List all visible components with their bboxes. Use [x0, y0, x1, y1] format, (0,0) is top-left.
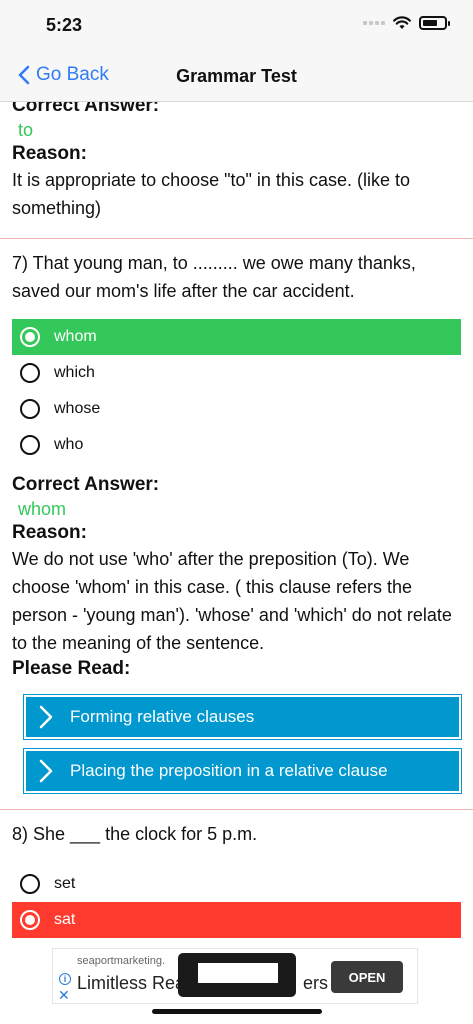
question-8: 8) She ___ the clock for 5 p.m. set sat — [0, 810, 473, 938]
navigation-bar: Go Back Grammar Test — [0, 48, 473, 102]
question-text: 8) She ___ the clock for 5 p.m. — [12, 824, 258, 844]
status-time: 5:23 — [46, 15, 83, 35]
answer-options: set sat — [0, 866, 473, 938]
reason-text: It is appropriate to choose "to" in this… — [12, 170, 410, 218]
option-whom[interactable]: whom — [12, 319, 461, 355]
radio-icon — [20, 874, 40, 894]
reason-text: We do not use 'who' after the prepositio… — [12, 549, 452, 653]
reason-label: Reason: — [12, 522, 87, 543]
question-text: 7) That young man, to ......... we owe m… — [12, 253, 416, 301]
page-title: Grammar Test — [176, 66, 297, 86]
home-indicator[interactable] — [152, 1009, 322, 1014]
answer-options: whom which whose who — [0, 319, 473, 463]
option-which[interactable]: which — [12, 355, 461, 391]
radio-icon — [20, 399, 40, 419]
ad-open-button[interactable]: OPEN — [331, 961, 403, 993]
ad-banner[interactable]: seaportmarketing. i ✕ Limitless Rea ers O… — [52, 948, 418, 1004]
question-7: 7) That young man, to ......... we owe m… — [0, 239, 473, 794]
chevron-right-icon — [26, 705, 66, 729]
correct-answer-value: whom — [18, 499, 67, 519]
option-label: set — [54, 875, 76, 892]
status-bar: 5:23 — [0, 0, 473, 48]
link-label: Forming relative clauses — [70, 707, 255, 726]
correct-answer-value: to — [18, 120, 34, 140]
radio-icon — [20, 363, 40, 383]
option-label: whom — [54, 328, 97, 345]
option-label: whose — [54, 400, 101, 417]
option-who[interactable]: who — [12, 427, 461, 463]
option-label: who — [54, 436, 84, 453]
info-icon[interactable]: i — [59, 973, 71, 985]
link-label: Placing the preposition in a relative cl… — [70, 761, 388, 780]
ad-overlay-box — [178, 953, 296, 997]
status-icons — [363, 16, 450, 30]
please-read-label: Please Read: — [12, 658, 131, 679]
option-sat[interactable]: sat — [12, 902, 461, 938]
link-forming-relative-clauses[interactable]: Forming relative clauses — [23, 694, 462, 740]
correct-answer-label: Correct Answer: — [12, 102, 160, 116]
option-set[interactable]: set — [12, 866, 461, 902]
close-icon[interactable]: ✕ — [58, 987, 70, 1004]
option-label: which — [54, 364, 95, 381]
radio-icon — [20, 435, 40, 455]
link-placing-preposition[interactable]: Placing the preposition in a relative cl… — [23, 748, 462, 794]
radio-selected-icon — [20, 327, 40, 347]
reason-label: Reason: — [12, 143, 87, 164]
chevron-right-icon — [26, 759, 66, 783]
ad-domain: seaportmarketing. — [77, 955, 166, 967]
cellular-signal-icon — [363, 21, 385, 25]
option-label: sat — [54, 911, 76, 928]
test-scroll-view[interactable]: Correct Answer: to Reason: It is appropr… — [0, 102, 473, 942]
option-whose[interactable]: whose — [12, 391, 461, 427]
wifi-icon — [393, 16, 411, 29]
battery-icon — [419, 16, 450, 30]
radio-selected-icon — [20, 910, 40, 930]
correct-answer-label: Correct Answer: — [12, 474, 160, 495]
